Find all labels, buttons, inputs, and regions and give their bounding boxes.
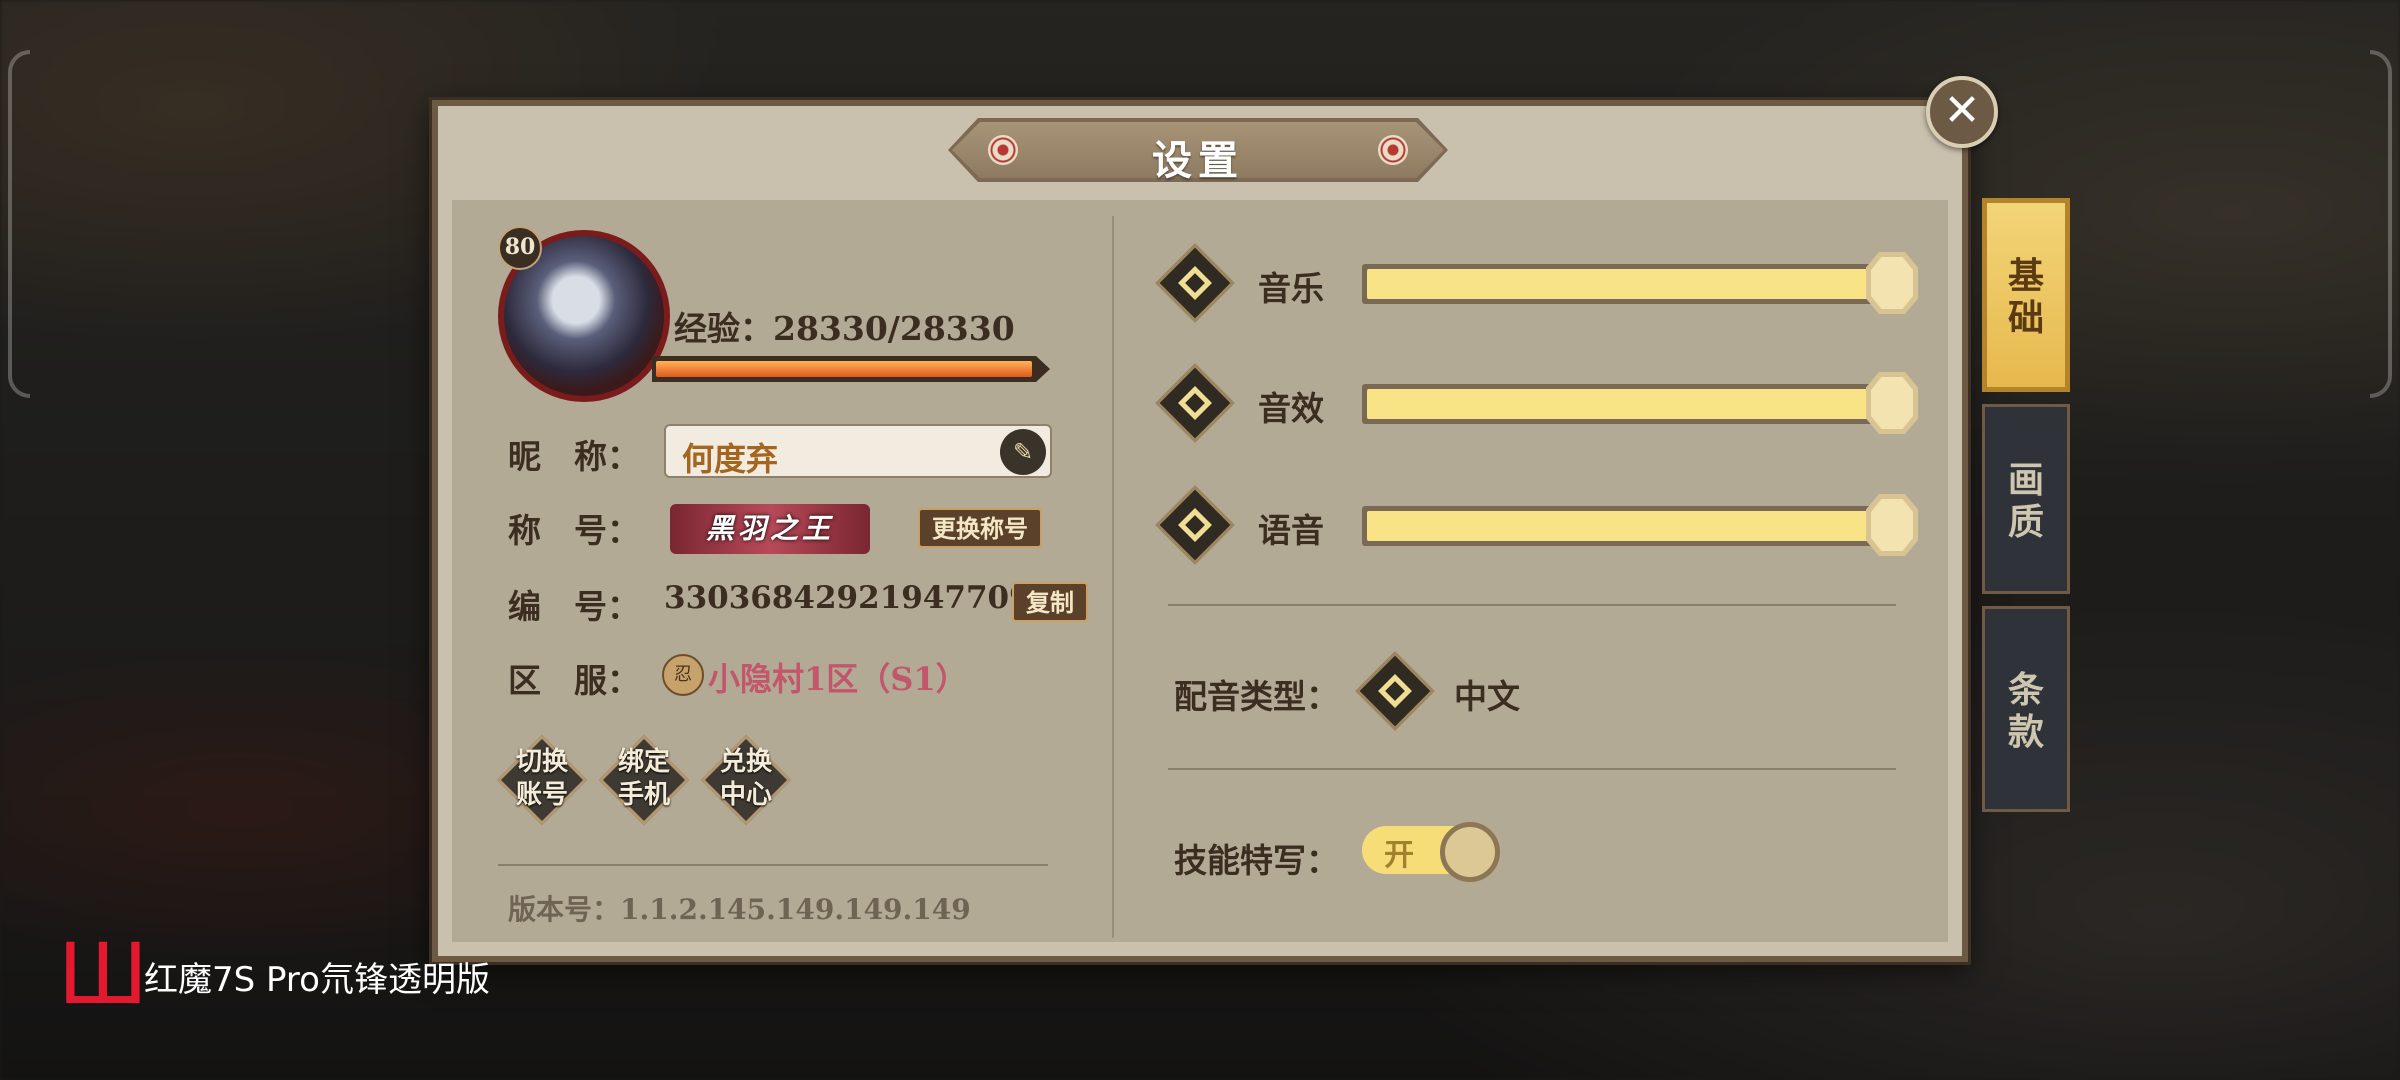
exp-bar-fill [656, 361, 1032, 377]
tab-basic-label-2: 础 [2007, 297, 2044, 339]
edit-nickname-icon[interactable]: ✎ [1000, 429, 1046, 475]
audio-divider [1168, 604, 1896, 606]
voice-type-label: 配音类型： [1174, 677, 1339, 716]
redeem-center-label-2: 中心 [719, 780, 772, 810]
dialog-title: 设置 [1152, 137, 1244, 184]
title-badge: 黑羽之王 [670, 504, 870, 554]
close-button[interactable]: ✕ [1926, 76, 1998, 148]
settings-dialog: 设置 ✕ 80 经验：28330/28330 昵 称： 何度弃 ✎ 称 号： 黑… [432, 76, 1998, 962]
switch-account-label: 切换 [515, 747, 568, 777]
skill-closeup-label: 技能特写： [1174, 841, 1339, 880]
title-label: 称 号： [508, 511, 640, 550]
server-value: 小隐村1区（S1） [708, 660, 968, 698]
tab-basic-label: 基 [2007, 255, 2044, 297]
music-slider[interactable] [1362, 264, 1914, 304]
voice-slider[interactable] [1362, 506, 1914, 546]
switch-account-button[interactable]: 切换 账号 [496, 734, 588, 826]
voice-icon [1155, 485, 1235, 565]
switch-account-label-2: 账号 [515, 780, 568, 810]
music-label: 音乐 [1258, 269, 1324, 308]
change-title-button[interactable]: 更换称号 [918, 508, 1042, 548]
music-slider-handle[interactable] [1866, 252, 1918, 314]
bind-phone-button[interactable]: 绑定 手机 [598, 734, 690, 826]
right-edge-gesture-indicator [2370, 50, 2392, 398]
voice-divider [1168, 768, 1896, 770]
nickname-label: 昵 称： [508, 437, 640, 476]
voice-type-value: 中文 [1454, 677, 1520, 716]
bind-phone-label-2: 手机 [617, 780, 670, 810]
tab-terms[interactable]: 条 款 [1982, 606, 2070, 812]
red-magic-logo-icon: Ш [58, 925, 148, 1023]
title-plate: 设置 [948, 118, 1448, 182]
sfx-label: 音效 [1258, 389, 1324, 428]
column-divider [1112, 216, 1114, 938]
skill-closeup-toggle[interactable]: 开 [1362, 822, 1500, 882]
level-badge: 80 [498, 226, 542, 270]
exp-bar [652, 356, 1050, 382]
music-slider-fill [1367, 269, 1909, 299]
redeem-center-label: 兑换 [719, 747, 772, 777]
profile-divider [498, 864, 1048, 866]
device-watermark: Ш 红魔7S Pro氘锋透明版 [58, 922, 578, 1023]
server-label: 区 服： [508, 661, 640, 700]
sfx-icon [1155, 363, 1235, 443]
toggle-knob [1440, 822, 1500, 882]
server-emblem-icon: 忍 [662, 654, 704, 696]
tab-terms-label-2: 款 [2007, 711, 2044, 753]
sfx-slider[interactable] [1362, 384, 1914, 424]
tab-graphics-label: 画 [2007, 459, 2044, 501]
toggle-state-label: 开 [1384, 838, 1414, 873]
exp-label: 经验：28330/28330 [674, 309, 1015, 348]
tab-basic[interactable]: 基 础 [1982, 198, 2070, 392]
music-icon [1155, 243, 1235, 323]
watermark-text: 红魔7S Pro氘锋透明版 [144, 960, 490, 1000]
tab-graphics[interactable]: 画 质 [1982, 404, 2070, 594]
voice-slider-handle[interactable] [1866, 494, 1918, 556]
sfx-slider-fill [1367, 389, 1909, 419]
tab-terms-label: 条 [2007, 669, 2044, 711]
tab-graphics-label-2: 质 [2007, 501, 2044, 543]
nickname-value: 何度弃 [682, 440, 779, 478]
voice-label: 语音 [1258, 511, 1324, 550]
id-label: 编 号： [508, 587, 640, 626]
copy-id-button[interactable]: 复制 [1012, 582, 1088, 622]
voice-type-selector-icon[interactable] [1355, 651, 1435, 731]
nickname-field[interactable]: 何度弃 ✎ [664, 424, 1052, 478]
left-edge-gesture-indicator [8, 50, 30, 398]
bind-phone-label: 绑定 [617, 747, 670, 777]
redeem-center-button[interactable]: 兑换 中心 [700, 734, 792, 826]
sfx-slider-handle[interactable] [1866, 372, 1918, 434]
voice-slider-fill [1367, 511, 1909, 541]
